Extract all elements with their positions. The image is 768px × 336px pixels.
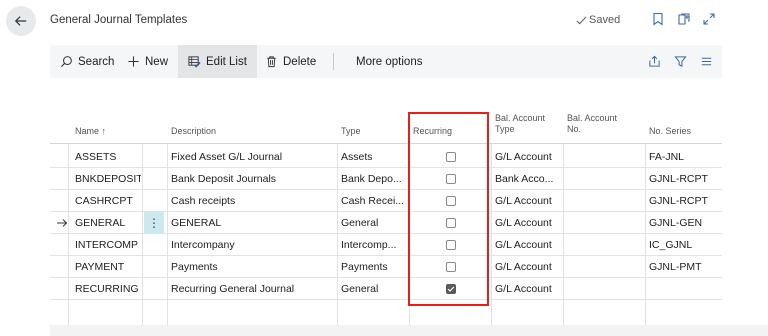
cell-description: Recurring General Journal bbox=[171, 283, 295, 295]
cell-bal-type: G/L Account bbox=[495, 195, 552, 207]
cell-type: Intercomp... bbox=[341, 239, 397, 251]
cell-bal-type: G/L Account bbox=[495, 217, 552, 229]
cell-no-series: FA-JNL bbox=[649, 151, 685, 163]
cell-bal-type: G/L Account bbox=[495, 283, 552, 295]
cell-name[interactable]: BNKDEPOSIT bbox=[75, 168, 141, 190]
cell-no-series: GJNL-GEN bbox=[649, 217, 703, 229]
cell-type: Payments bbox=[341, 261, 388, 273]
cell-no-series: GJNL-PMT bbox=[649, 261, 702, 273]
cell-bal-type: G/L Account bbox=[495, 151, 552, 163]
table-row[interactable]: CASHRCPT Cash receipts Cash Recei... G/L… bbox=[50, 190, 722, 212]
cell-no-series: GJNL-RCPT bbox=[649, 173, 708, 185]
toolbar-divider bbox=[333, 53, 334, 70]
saved-label: Saved bbox=[589, 14, 621, 26]
bal-no-line1: Bal. Account bbox=[567, 113, 618, 123]
cell-bal-no bbox=[567, 234, 643, 256]
cell-no-series: IC_GJNL bbox=[649, 239, 693, 251]
cell-type: Assets bbox=[341, 151, 373, 163]
delete-label: Delete bbox=[283, 55, 317, 68]
plus-icon bbox=[128, 56, 139, 67]
empty-new-row[interactable] bbox=[50, 300, 722, 322]
more-options-button[interactable]: More options bbox=[356, 45, 422, 78]
new-button[interactable]: New bbox=[127, 45, 168, 78]
cell-bal-no bbox=[567, 146, 643, 168]
cell-bal-type: Bank Acco... bbox=[495, 173, 554, 185]
delete-button[interactable]: Delete bbox=[265, 45, 316, 78]
table-row-selected[interactable]: GENERAL ⋮ GENERAL General G/L Account GJ… bbox=[50, 212, 722, 234]
cell-name[interactable]: INTERCOMP bbox=[75, 234, 141, 256]
cell-type: Bank Depo... bbox=[341, 173, 402, 185]
cell-bal-no bbox=[567, 190, 643, 212]
search-icon bbox=[60, 56, 72, 68]
cell-type: Cash Recei... bbox=[341, 195, 405, 207]
cell-type: General bbox=[341, 217, 379, 229]
back-button[interactable] bbox=[6, 6, 36, 36]
cell-description: Bank Deposit Journals bbox=[171, 173, 277, 185]
new-label: New bbox=[145, 55, 169, 68]
bal-no-line2: No. bbox=[567, 124, 582, 134]
search-button[interactable]: Search bbox=[60, 45, 114, 78]
column-header-name[interactable]: Name ↑ bbox=[75, 126, 106, 137]
recurring-column-highlight bbox=[408, 112, 489, 306]
open-new-window-icon[interactable] bbox=[677, 12, 691, 26]
edit-list-button[interactable]: Edit List bbox=[178, 45, 257, 78]
column-header-bal-account-type[interactable]: Bal. Account Type bbox=[495, 113, 545, 135]
row-actions-button[interactable]: ⋮ bbox=[144, 212, 164, 234]
cell-name[interactable]: GENERAL bbox=[75, 212, 141, 234]
arrow-left-icon bbox=[14, 16, 27, 26]
table-row[interactable]: PAYMENT Payments Payments G/L Account GJ… bbox=[50, 256, 722, 278]
cell-name[interactable]: RECURRING bbox=[75, 278, 141, 300]
cell-name[interactable]: ASSETS bbox=[75, 146, 141, 168]
table-row[interactable]: BNKDEPOSIT Bank Deposit Journals Bank De… bbox=[50, 168, 722, 190]
cell-no-series bbox=[649, 278, 721, 300]
cell-no-series: GJNL-RCPT bbox=[649, 195, 708, 207]
cell-description: Intercompany bbox=[171, 239, 235, 251]
header-divider bbox=[50, 143, 722, 144]
cell-name[interactable]: CASHRCPT bbox=[75, 190, 141, 212]
column-header-no-series[interactable]: No. Series bbox=[649, 126, 691, 137]
column-header-description[interactable]: Description bbox=[171, 126, 216, 137]
edit-list-label: Edit List bbox=[206, 55, 247, 68]
page-title: General Journal Templates bbox=[50, 14, 188, 26]
current-row-arrow-icon bbox=[57, 219, 68, 227]
table-row[interactable]: INTERCOMP Intercompany Intercomp... G/L … bbox=[50, 234, 722, 256]
search-label: Search bbox=[78, 55, 115, 68]
list-view-icon[interactable] bbox=[700, 55, 713, 68]
share-icon[interactable] bbox=[648, 55, 661, 68]
column-header-bal-account-no[interactable]: Bal. Account No. bbox=[567, 113, 617, 135]
bottom-scroll-area bbox=[50, 325, 768, 336]
edit-list-icon bbox=[188, 56, 201, 68]
cell-name[interactable]: PAYMENT bbox=[75, 256, 141, 278]
cell-bal-no bbox=[567, 212, 643, 234]
cell-description: Fixed Asset G/L Journal bbox=[171, 151, 283, 163]
table-row[interactable]: ASSETS Fixed Asset G/L Journal Assets G/… bbox=[50, 146, 722, 168]
cell-bal-no bbox=[567, 256, 643, 278]
expand-icon[interactable] bbox=[702, 12, 716, 26]
cell-bal-type: G/L Account bbox=[495, 239, 552, 251]
bal-type-line1: Bal. Account bbox=[495, 113, 546, 123]
saved-status: Saved bbox=[576, 14, 620, 26]
checkmark-icon bbox=[576, 15, 587, 24]
cell-description: Cash receipts bbox=[171, 195, 236, 207]
cell-bal-type: G/L Account bbox=[495, 261, 552, 273]
table-row[interactable]: RECURRING Recurring General Journal Gene… bbox=[50, 278, 722, 300]
cell-bal-no bbox=[567, 168, 643, 190]
bookmark-icon[interactable] bbox=[651, 12, 665, 26]
more-options-label: More options bbox=[356, 55, 423, 68]
filter-icon[interactable] bbox=[674, 55, 687, 68]
cell-bal-no bbox=[567, 278, 643, 300]
more-vertical-icon: ⋮ bbox=[148, 216, 160, 230]
trash-icon bbox=[267, 56, 276, 68]
cell-description: Payments bbox=[171, 261, 218, 273]
bal-type-line2: Type bbox=[495, 124, 515, 134]
column-header-type[interactable]: Type bbox=[341, 126, 361, 137]
action-bar: Search New Edit List Delete More options bbox=[50, 45, 722, 78]
cell-type: General bbox=[341, 283, 379, 295]
cell-description: GENERAL bbox=[171, 217, 222, 229]
